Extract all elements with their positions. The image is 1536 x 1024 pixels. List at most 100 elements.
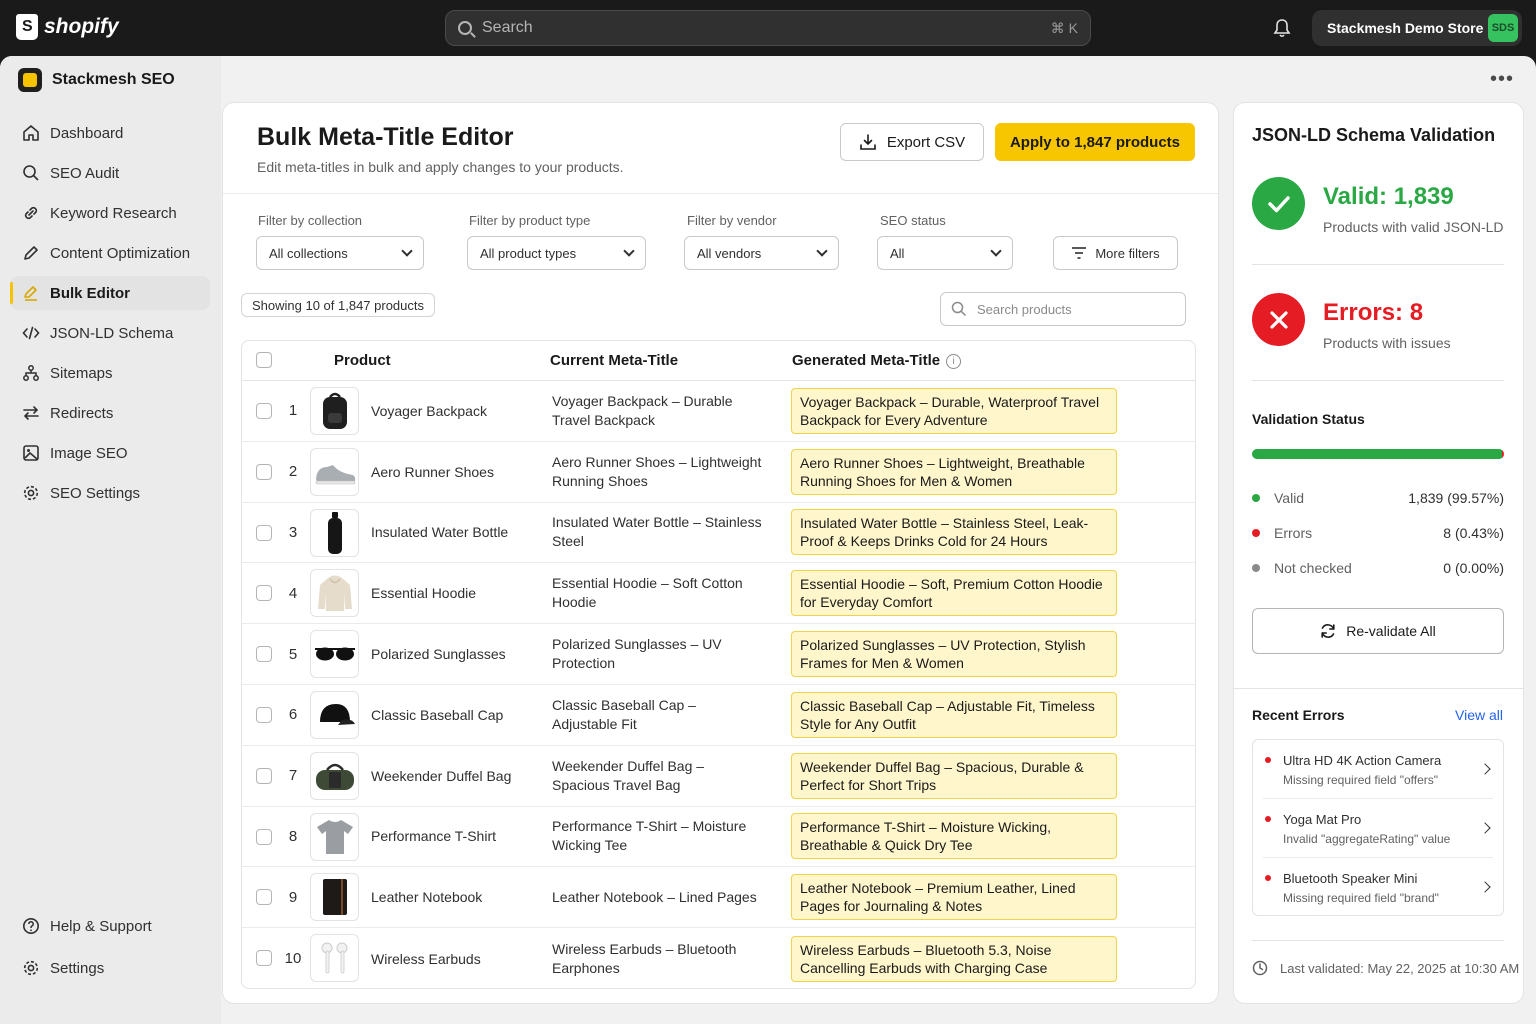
sidebar-bottom-nav: Help & Support Settings	[10, 909, 210, 993]
generated-meta-title-field[interactable]: Wireless Earbuds – Bluetooth 5.3, Noise …	[791, 935, 1117, 982]
chevron-right-icon	[1479, 881, 1491, 893]
apply-button[interactable]: Apply to 1,847 products	[995, 123, 1195, 161]
view-all-link[interactable]: View all	[1455, 707, 1503, 723]
select-all-checkbox[interactable]	[256, 352, 272, 368]
row-checkbox[interactable]	[256, 706, 272, 723]
sidebar-item-help-support[interactable]: Help & Support	[10, 909, 210, 943]
product-name[interactable]: Aero Runner Shoes	[371, 464, 494, 480]
pencil-icon	[24, 246, 38, 260]
last-validated: Last validated: May 22, 2025 at 10:30 AM	[1252, 960, 1519, 976]
hoodie-icon	[317, 575, 352, 612]
chevron-down-icon	[401, 245, 413, 257]
search-products-input[interactable]: Search products	[940, 292, 1186, 326]
sidebar-item-json-ld-schema[interactable]: JSON-LD Schema	[10, 316, 210, 350]
generated-meta-title-field[interactable]: Insulated Water Bottle – Stainless Steel…	[791, 509, 1117, 556]
shopify-logo[interactable]: shopify	[16, 14, 119, 40]
column-header-current: Current Meta-Title	[550, 352, 679, 369]
bell-icon[interactable]	[1273, 18, 1291, 38]
product-name[interactable]: Leather Notebook	[371, 889, 482, 905]
cap-icon	[319, 703, 355, 725]
filter-product-type-select[interactable]: All product types	[467, 236, 646, 270]
search-icon	[23, 165, 39, 181]
download-icon	[860, 134, 876, 150]
row-checkbox[interactable]	[256, 828, 272, 845]
filter-vendor-select[interactable]: All vendors	[684, 236, 839, 270]
app-header: Stackmesh SEO •••	[0, 56, 1536, 104]
row-number: 3	[288, 523, 298, 541]
product-name[interactable]: Insulated Water Bottle	[371, 524, 508, 540]
export-csv-button[interactable]: Export CSV	[840, 123, 984, 161]
seo-status-select[interactable]: All	[877, 236, 1013, 270]
filter-collection-select[interactable]: All collections	[256, 236, 424, 270]
products-table: Product Current Meta-Title Generated Met…	[241, 340, 1196, 989]
refresh-icon	[1321, 624, 1335, 638]
info-icon[interactable]: i	[946, 353, 962, 369]
recent-errors-list: Ultra HD 4K Action Camera Missing requir…	[1252, 739, 1504, 916]
table-row: 2 Aero Runner Shoes Aero Runner Shoes – Li…	[242, 442, 1195, 503]
global-search-input[interactable]: Search ⌘ K	[445, 10, 1091, 46]
sidebar-item-image-seo[interactable]: Image SEO	[10, 436, 210, 470]
sidebar-item-keyword-research[interactable]: Keyword Research	[10, 196, 210, 230]
sunglasses-icon	[314, 647, 355, 661]
divider	[1252, 264, 1504, 265]
divider	[1234, 688, 1523, 689]
sidebar-item-content-optimization[interactable]: Content Optimization	[10, 236, 210, 270]
row-checkbox[interactable]	[256, 403, 272, 419]
generated-meta-title-field[interactable]: Aero Runner Shoes – Lightweight, Breatha…	[791, 448, 1117, 495]
filter-vendor-label: Filter by vendor	[687, 213, 777, 228]
product-name[interactable]: Voyager Backpack	[371, 403, 487, 419]
generated-meta-title-field[interactable]: Polarized Sunglasses – UV Protection, St…	[791, 631, 1117, 678]
table-row: 9 Leather Notebook Leather Notebook – Line…	[242, 867, 1195, 929]
generated-meta-title-field[interactable]: Leather Notebook – Premium Leather, Line…	[791, 874, 1117, 921]
current-meta-title: Aero Runner Shoes – Lightweight Running …	[552, 453, 762, 489]
row-checkbox[interactable]	[256, 889, 272, 906]
search-icon	[458, 21, 472, 35]
product-thumbnail	[310, 690, 359, 739]
sidebar-item-dashboard[interactable]: Dashboard	[10, 116, 210, 150]
product-name[interactable]: Classic Baseball Cap	[371, 707, 503, 723]
product-name[interactable]: Wireless Earbuds	[371, 951, 481, 967]
generated-meta-title-field[interactable]: Classic Baseball Cap – Adjustable Fit, T…	[791, 691, 1117, 738]
page-title: Bulk Meta-Title Editor	[257, 123, 514, 151]
product-name[interactable]: Performance T-Shirt	[371, 828, 496, 844]
row-number: 7	[288, 767, 298, 785]
shoe-icon	[315, 464, 355, 485]
page-subtitle: Edit meta-titles in bulk and apply chang…	[257, 159, 624, 175]
product-name[interactable]: Weekender Duffel Bag	[371, 768, 511, 784]
generated-meta-title-field[interactable]: Essential Hoodie – Soft, Premium Cotton …	[791, 570, 1117, 617]
column-header-generated: Generated Meta-Title i	[792, 352, 962, 369]
generated-meta-title-field[interactable]: Voyager Backpack – Durable, Waterproof T…	[791, 387, 1117, 434]
product-name[interactable]: Polarized Sunglasses	[371, 646, 506, 662]
table-row: 8 Performance T-Shirt Performance T-Shirt …	[242, 807, 1195, 868]
backpack-icon	[322, 392, 347, 429]
store-avatar: SDS	[1488, 14, 1518, 42]
generated-meta-title-field[interactable]: Weekender Duffel Bag – Spacious, Durable…	[791, 752, 1117, 799]
sidebar-item-bulk-editor[interactable]: Bulk Editor	[10, 276, 210, 310]
product-name[interactable]: Essential Hoodie	[371, 585, 476, 601]
sidebar-item-settings[interactable]: Settings	[10, 951, 210, 985]
chevron-right-icon	[1479, 763, 1491, 775]
list-item[interactable]: Yoga Mat Pro Invalid "aggregateRating" v…	[1263, 799, 1493, 858]
help-icon	[23, 918, 39, 934]
more-filters-button[interactable]: More filters	[1053, 236, 1178, 270]
code-icon	[22, 326, 40, 340]
row-checkbox[interactable]	[256, 463, 272, 480]
sidebar-item-redirects[interactable]: Redirects	[10, 396, 210, 430]
row-checkbox[interactable]	[256, 767, 272, 784]
generated-meta-title-field[interactable]: Performance T-Shirt – Moisture Wicking, …	[791, 813, 1117, 860]
row-checkbox[interactable]	[256, 950, 272, 967]
row-checkbox[interactable]	[256, 646, 272, 663]
store-switcher-button[interactable]: Stackmesh Demo Store SDS	[1312, 10, 1522, 46]
revalidate-all-button[interactable]: Re-validate All	[1252, 608, 1504, 654]
more-actions-icon[interactable]: •••	[1490, 68, 1514, 91]
sidebar-item-seo-audit[interactable]: SEO Audit	[10, 156, 210, 190]
row-checkbox[interactable]	[256, 524, 272, 541]
row-checkbox[interactable]	[256, 585, 272, 602]
list-item[interactable]: Ultra HD 4K Action Camera Missing requir…	[1263, 740, 1493, 799]
search-shortcut: ⌘ K	[1050, 19, 1078, 36]
sidebar-item-sitemaps[interactable]: Sitemaps	[10, 356, 210, 390]
table-header: Product Current Meta-Title Generated Met…	[242, 341, 1195, 381]
sidebar-item-seo-settings[interactable]: SEO Settings	[10, 476, 210, 510]
list-item[interactable]: Bluetooth Speaker Mini Missing required …	[1263, 858, 1493, 917]
column-header-product: Product	[334, 352, 391, 369]
